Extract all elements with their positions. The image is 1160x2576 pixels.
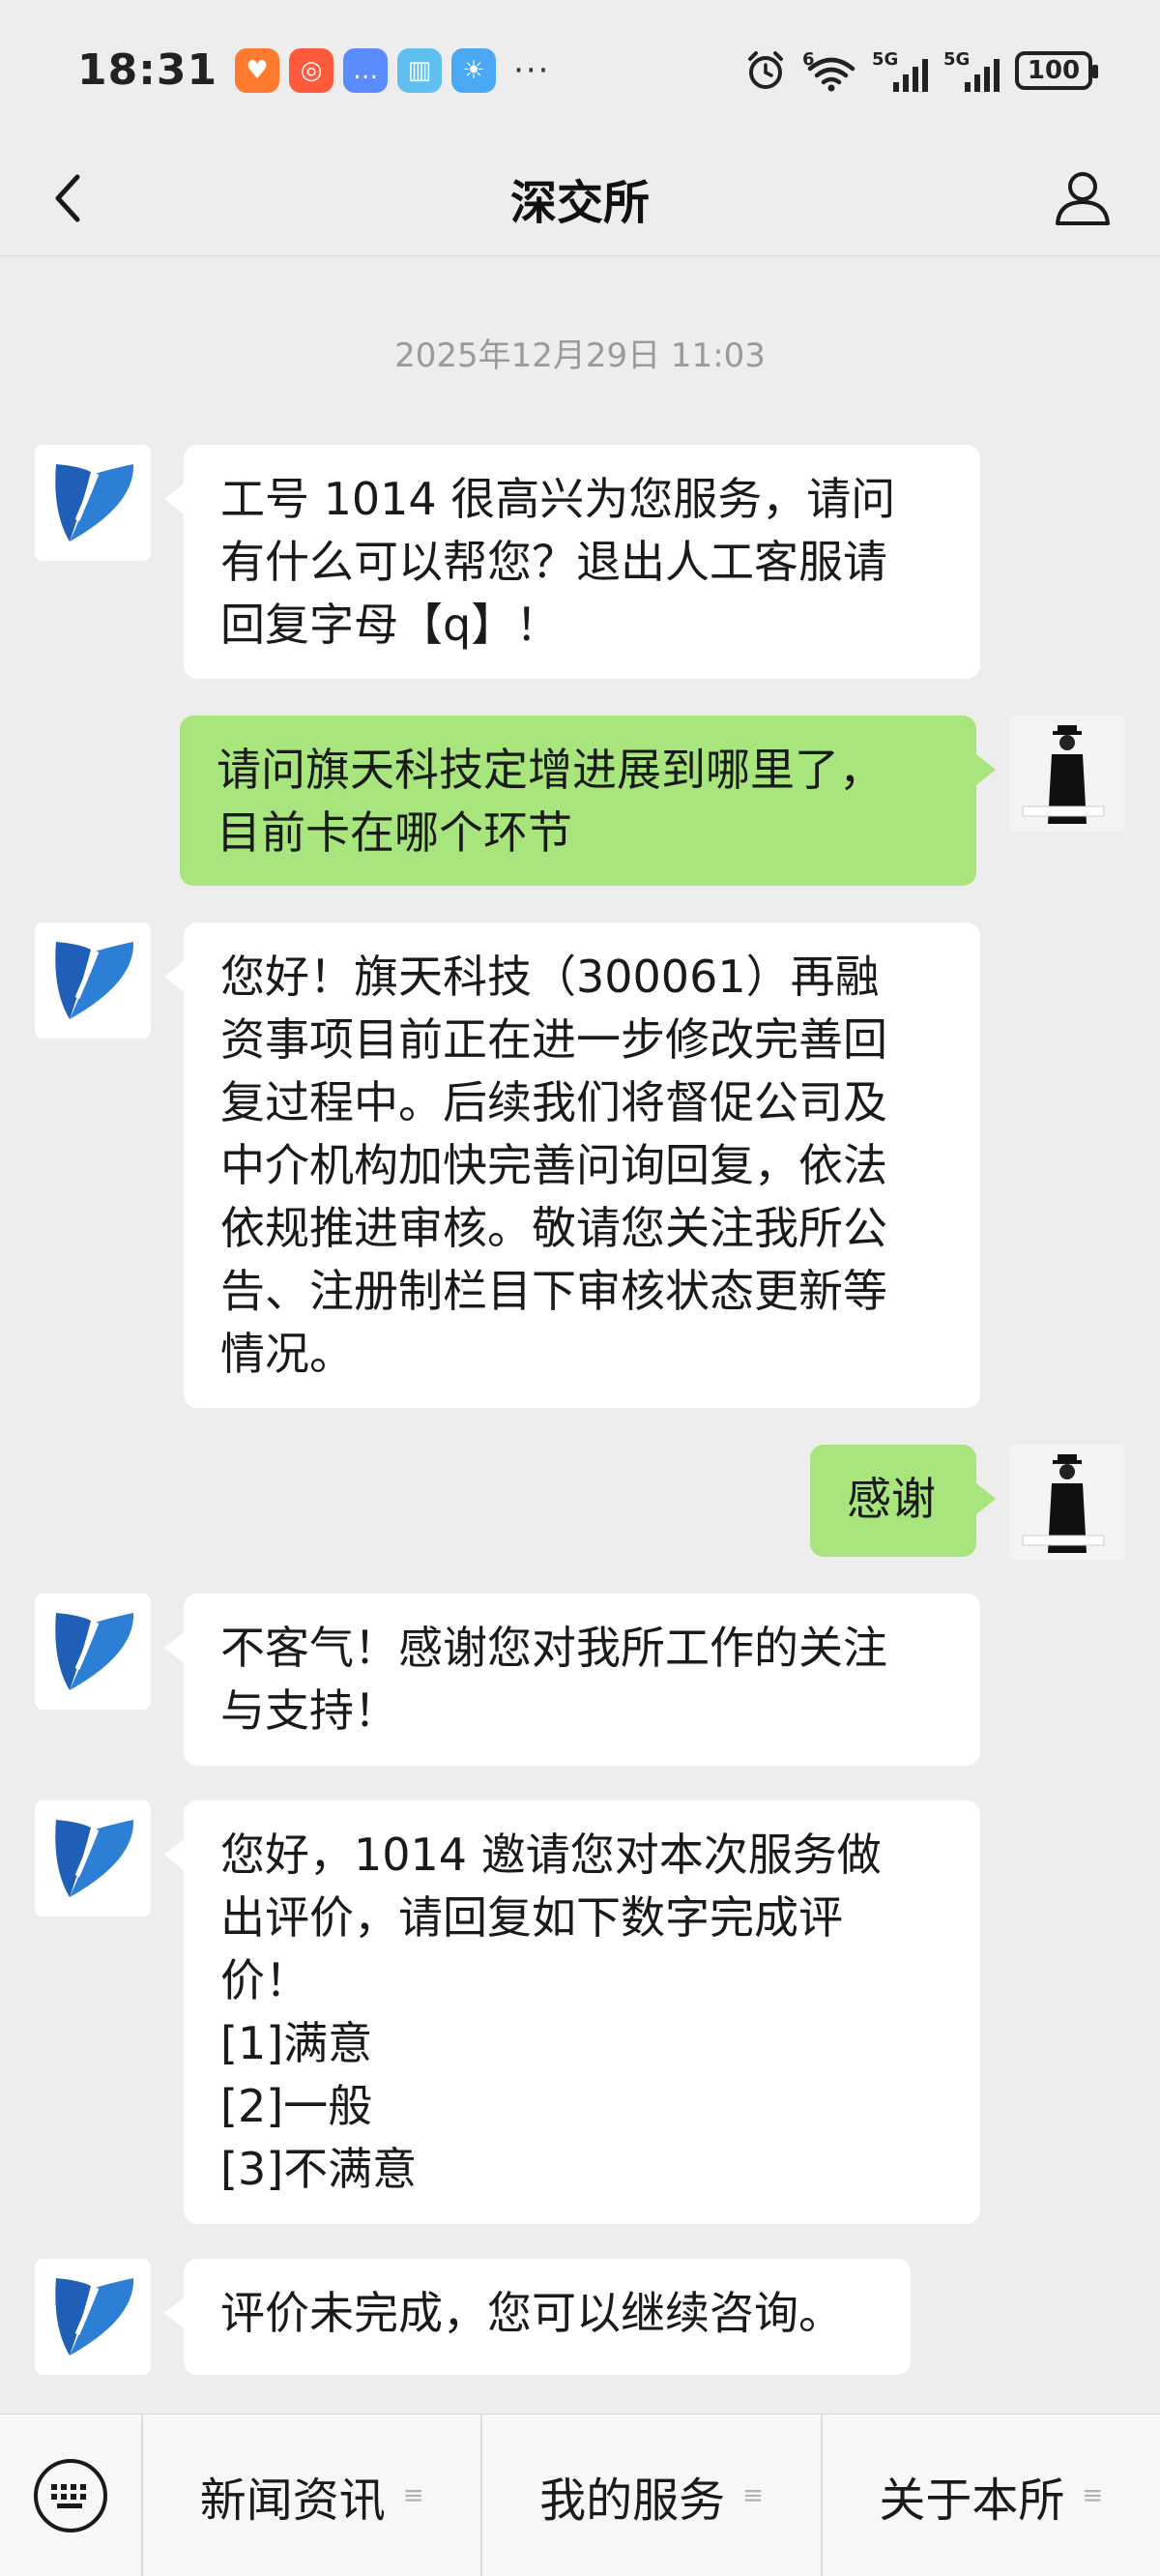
message-bubble-incoming: 您好！旗天科技（300061）再融 资事项目前正在进一步修改完善回 复过程中。后… [164,922,980,1408]
message-bubble-outgoing: 感谢 [810,1445,996,1557]
video-app-icon: ◎ [289,47,334,93]
menu-about[interactable]: 关于本所 ≡ [820,2415,1160,2576]
menu-about-label: 关于本所 [879,2473,1065,2528]
signal-2-label: 5G [943,48,971,70]
menu-news-label: 新闻资讯 [199,2473,386,2528]
wifi-icon: 6 [802,49,856,92]
user-photo-icon [1009,1445,1125,1561]
person-icon [1056,172,1110,225]
more-notifications-icon: ··· [513,50,551,90]
nav-bar: 深交所 [0,140,1160,256]
chat-timestamp: 2025年12月29日 11:03 [394,337,766,375]
szse-logo-icon [55,1820,134,1897]
chat-app-icon: … [343,47,389,93]
menu-list-icon: ≡ [1082,2480,1104,2510]
profile-button[interactable] [1044,160,1121,237]
szse-logo-icon [55,1613,134,1690]
signal-5g-icon-2: 5G [943,49,1000,92]
menu-news[interactable]: 新闻资讯 ≡ [141,2415,480,2576]
user-photo-icon [1009,716,1125,832]
szse-avatar[interactable] [35,1800,151,1917]
book-app-icon: ▥ [397,47,443,93]
status-bar: 18:31 ♥ ◎ … ▥ ☀ ··· 6 5G 5G 100 [0,0,1160,140]
menu-my-services[interactable]: 我的服务 ≡ [480,2415,820,2576]
page-title: 深交所 [509,175,650,230]
signal-1-label: 5G [872,48,899,70]
user-avatar[interactable] [1009,1445,1125,1561]
menu-list-icon: ≡ [402,2480,424,2510]
szse-avatar[interactable] [35,2259,151,2375]
weather-app-icon: ☀ [451,47,497,93]
notification-icons: ♥ ◎ … ▥ ☀ ··· [235,47,551,93]
battery-level: 100 [1027,55,1081,85]
chevron-left-icon [55,174,80,222]
message-bubble-incoming: 不客气！感谢您对我所工作的关注 与支持！ [164,1594,980,1766]
wifi-label: 6 [802,48,815,70]
signal-5g-icon: 5G [872,49,928,92]
bottom-menu-bar: 新闻资讯 ≡ 我的服务 ≡ 关于本所 ≡ [0,2414,1160,2576]
system-icons: 6 5G 5G 100 [744,49,1098,92]
keyboard-icon [34,2458,107,2532]
szse-avatar[interactable] [35,445,151,561]
message-bubble-incoming: 评价未完成，您可以继续咨询。 [164,2259,911,2375]
szse-logo-icon [55,942,134,1019]
user-avatar[interactable] [1009,716,1125,832]
heart-app-icon: ♥ [235,47,280,93]
szse-avatar[interactable] [35,1594,151,1710]
menu-list-icon: ≡ [742,2480,764,2510]
back-button[interactable] [39,169,97,227]
message-bubble-outgoing: 请问旗天科技定增进展到哪里了， 目前卡在哪个环节 [180,716,996,886]
szse-logo-icon [55,2278,134,2356]
menu-my-services-label: 我的服务 [539,2473,726,2528]
alarm-icon [748,50,783,89]
szse-avatar[interactable] [35,922,151,1039]
keyboard-toggle-button[interactable] [0,2415,141,2576]
message-bubble-incoming: 您好，1014 邀请您对本次服务做 出评价，请回复如下数字完成评 价！ [1]满… [164,1800,980,2224]
battery-icon: 100 [1015,50,1098,90]
message-bubble-incoming: 工号 1014 很高兴为您服务，请问 有什么可以帮您？退出人工客服请 回复字母【… [164,445,980,679]
szse-logo-icon [55,464,134,542]
status-time: 18:31 [77,45,218,95]
